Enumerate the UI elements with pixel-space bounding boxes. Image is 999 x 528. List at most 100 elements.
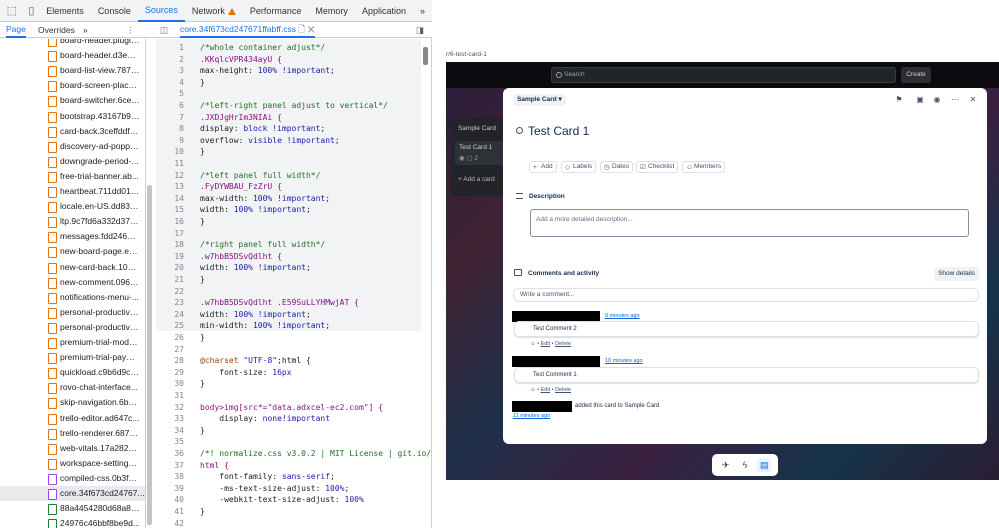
code-line[interactable]: } [200, 425, 205, 437]
code-line[interactable]: /*right panel full width*/ [200, 239, 325, 251]
card-title[interactable]: Test Card 1 [528, 124, 589, 138]
code-line[interactable]: font-family: sans-serif; [200, 471, 335, 483]
file-tree-item[interactable]: personal-productivit... [46, 305, 140, 320]
code-line[interactable]: .KKqlcVPR434ayU { [200, 54, 282, 66]
board-card[interactable]: Test Card 1 ◉ ▢ 2 [455, 141, 507, 165]
more-options-icon[interactable]: ⋮ [126, 22, 135, 38]
list-selector[interactable]: Sample Card ▾ [513, 94, 566, 106]
code-line[interactable]: body>img[src*="data.adxcel-ec2.com"] { [200, 402, 383, 414]
reaction-icon[interactable]: ☺ [530, 341, 536, 347]
open-file-tab[interactable]: core.34f673cd247671ffabff.css 🗋 ✕ [180, 22, 315, 38]
code-line[interactable]: /*! normalize.css v3.0.2 | MIT License |… [200, 448, 432, 460]
code-line[interactable]: /*whole container adjust*/ [200, 42, 325, 54]
file-tree-item[interactable]: web-vitals.17a2824c... [46, 441, 140, 456]
code-line[interactable]: } [200, 332, 205, 344]
code-line[interactable]: } [200, 216, 205, 228]
file-tree-item[interactable]: trello-editor.ad647c... [46, 411, 140, 426]
dates-button[interactable]: ◷ Dates [600, 161, 633, 173]
file-tree-item[interactable]: new-card-back.1094... [46, 260, 140, 275]
checklist-button[interactable]: ☑ Checklist [636, 161, 679, 173]
inbox-icon[interactable]: ✈ [719, 458, 733, 472]
code-line[interactable]: width: 100% !important; [200, 204, 311, 216]
toggle-debugger-icon[interactable]: ◨ [416, 22, 424, 38]
code-line[interactable]: -webkit-text-size-adjust: 100% [200, 494, 364, 506]
code-line[interactable]: font-size: 16px [200, 367, 291, 379]
file-tree-item[interactable]: board-header.plugin... [46, 39, 140, 48]
comment-input[interactable]: Write a comment... [513, 288, 979, 302]
file-tree-item[interactable]: new-board-page.ee... [46, 244, 140, 259]
more-subtabs-icon[interactable]: » [83, 22, 88, 38]
tab-sources[interactable]: Sources [137, 0, 185, 22]
board-icon[interactable]: ▤ [757, 458, 772, 472]
code-line[interactable]: display: block !important; [200, 123, 325, 135]
file-tree-item[interactable]: trello-renderer.6871... [46, 426, 140, 441]
code-editor[interactable]: 1 /*whole container adjust*/ 2 .KKqlcVPR434… [156, 39, 432, 528]
tab-application[interactable]: Application [355, 0, 413, 22]
add-card-button[interactable]: + Add a card [458, 176, 495, 183]
file-tree-item[interactable]: skip-navigation.6bb... [46, 395, 140, 410]
inspect-element-icon[interactable]: ⬚ [4, 2, 20, 20]
add-button[interactable]: + Add [529, 161, 557, 173]
create-button[interactable]: Create [901, 67, 931, 83]
file-tree-item[interactable]: board-list-view.7876... [46, 63, 140, 78]
code-line[interactable]: width: 100% !important; [200, 262, 311, 274]
description-input[interactable]: Add a more detailed description... [530, 209, 969, 237]
close-icon[interactable]: ✕ [967, 94, 979, 106]
reaction-icon[interactable]: ☺ [530, 387, 536, 393]
code-line[interactable]: .JXDJgHrIm3NIAi { [200, 112, 282, 124]
more-tabs-icon[interactable]: » [413, 0, 432, 22]
feedback-icon[interactable]: ⚑ [893, 94, 905, 106]
code-line[interactable]: @charset "UTF-8";html { [200, 355, 311, 367]
file-tree-item[interactable]: 24976c46bbf8be9d... [46, 516, 140, 528]
code-line[interactable]: /*left-right panel adjust to vertical*/ [200, 100, 388, 112]
device-toolbar-icon[interactable]: ▯ [24, 2, 40, 20]
edit-link[interactable]: Edit [541, 387, 550, 393]
delete-link[interactable]: Delete [555, 387, 571, 393]
toggle-navigator-icon[interactable]: ◫ [160, 22, 168, 38]
file-tree-item[interactable]: free-trial-banner.ab... [46, 169, 140, 184]
file-navigator-scrollbar[interactable] [147, 185, 152, 525]
file-tree-item[interactable]: workspace-settings-... [46, 456, 140, 471]
code-line[interactable]: display: none!important [200, 413, 330, 425]
tab-elements[interactable]: Elements [39, 0, 91, 22]
comment-timestamp[interactable]: 10 minutes ago [605, 358, 643, 364]
labels-button[interactable]: ◇ Labels [561, 161, 597, 173]
delete-link[interactable]: Delete [555, 341, 571, 347]
file-tree-item[interactable]: heartbeat.711dd01a... [46, 184, 140, 199]
code-line[interactable]: .w7hbB5DSvQdlht .E59SuLLYHMwjAT { [200, 297, 359, 309]
complete-circle-icon[interactable] [516, 127, 523, 134]
image-icon[interactable]: ▣ [914, 94, 926, 106]
file-tree-item[interactable]: messages.fdd24675f... [46, 229, 140, 244]
editor-scrollbar[interactable] [423, 47, 428, 65]
automation-icon[interactable]: ϟ [738, 458, 752, 472]
subtab-page[interactable]: Page [6, 22, 26, 38]
code-line[interactable]: width: 100% !important; [200, 309, 311, 321]
file-tree-item[interactable]: 88a4454280d68a81... [46, 501, 140, 516]
edit-link[interactable]: Edit [541, 341, 550, 347]
code-line[interactable]: } [200, 274, 205, 286]
code-line[interactable]: overflow: visible !important; [200, 135, 340, 147]
tab-console[interactable]: Console [91, 0, 138, 22]
code-line[interactable]: } [200, 506, 205, 518]
file-tree-item[interactable]: locale.en-US.dd839... [46, 199, 140, 214]
file-tree-item[interactable]: personal-productivit... [46, 320, 140, 335]
code-line[interactable]: } [200, 378, 205, 390]
code-line[interactable]: .FyDYWBAU_FzZrU { [200, 181, 282, 193]
file-tree-item[interactable]: bootstrap.43167b94... [46, 109, 140, 124]
file-tree-item[interactable]: rovo-chat-interface... [46, 380, 140, 395]
file-tree-item[interactable]: premium-trial-paym... [46, 350, 140, 365]
code-line[interactable]: } [200, 77, 205, 89]
file-tree-item[interactable]: core.34f673cd24767... [0, 486, 145, 501]
watch-eye-icon[interactable]: ◉ [931, 94, 943, 106]
code-line[interactable]: min-width: 100% !important; [200, 320, 330, 332]
file-tree-item[interactable]: downgrade-period-... [46, 154, 140, 169]
file-tree-item[interactable]: card-back.3ceffddfc... [46, 124, 140, 139]
members-button[interactable]: ☺ Members [682, 161, 726, 173]
file-tree-item[interactable]: quickload.c9b6d9c1... [46, 365, 140, 380]
code-line[interactable]: } [200, 146, 205, 158]
close-icon[interactable]: ✕ [308, 24, 315, 34]
code-line[interactable]: .w7hbB5DSvQdlht { [200, 251, 282, 263]
code-line[interactable]: html { [200, 460, 229, 472]
code-line[interactable]: -ms-text-size-adjust: 100%; [200, 483, 349, 495]
file-tree-item[interactable]: board-header.d3e22... [46, 48, 140, 63]
